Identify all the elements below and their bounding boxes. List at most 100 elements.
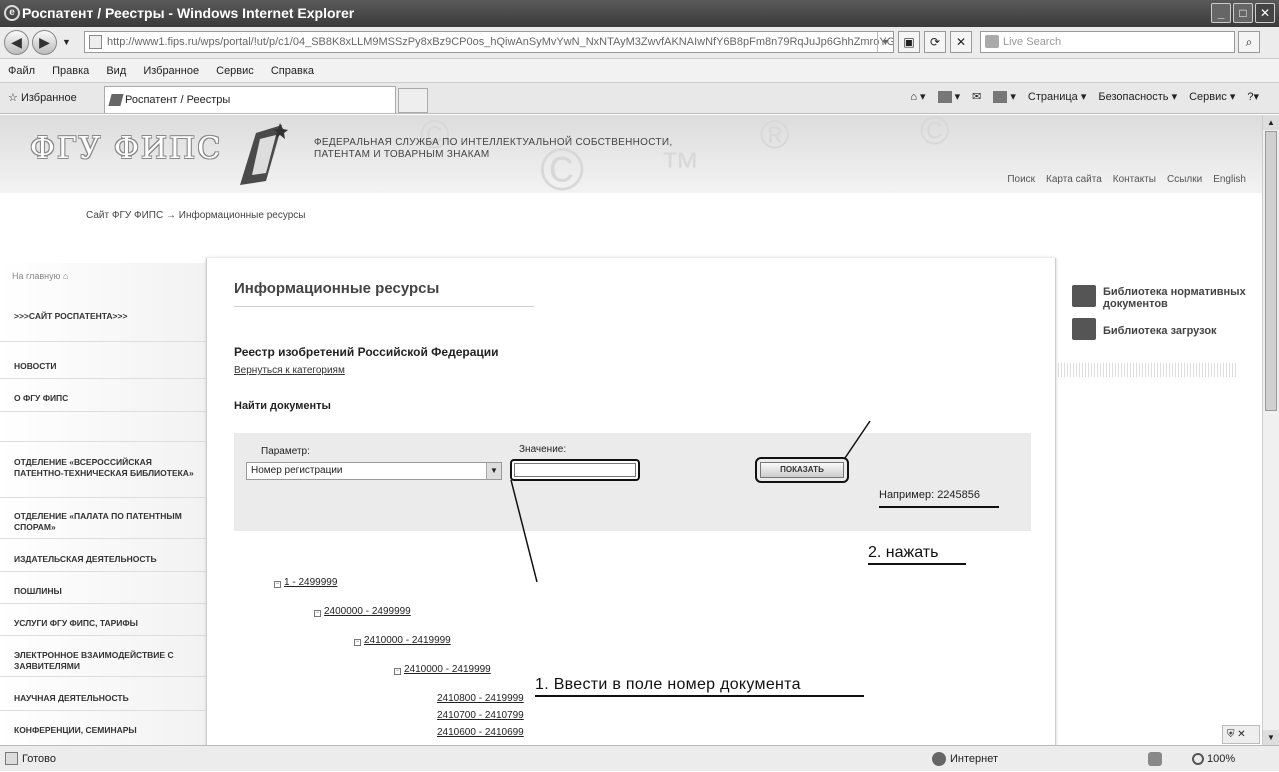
sidebar-item-news[interactable]: НОВОСТИ	[14, 361, 194, 372]
address-url: http://www1.fips.ru/wps/portal/!ut/p/c1/…	[107, 36, 894, 48]
top-link-contacts[interactable]: Контакты	[1113, 174, 1156, 185]
tools-menu[interactable]: Сервис ▾	[1189, 90, 1235, 103]
find-documents-heading: Найти документы	[234, 400, 331, 412]
download-library-link[interactable]: Библиотека загрузок	[1103, 325, 1217, 337]
value-input-highlight	[510, 459, 640, 481]
top-link-english[interactable]: English	[1213, 174, 1246, 185]
breadcrumb: Сайт ФГУ ФИПС → Информационные ресурсы	[86, 210, 306, 221]
tab-rospatent[interactable]: Роспатент / Реестры	[104, 86, 396, 113]
page-done-icon	[5, 752, 18, 765]
sidebar-item-services[interactable]: УСЛУГИ ФГУ ФИПС, ТАРИФЫ	[14, 618, 194, 629]
top-link-links[interactable]: Ссылки	[1167, 174, 1202, 185]
protected-mode-icon[interactable]	[1148, 752, 1162, 766]
annotation-step1: 1. Ввести в поле номер документа	[535, 676, 864, 697]
tree-node[interactable]: 1 - 2499999	[284, 577, 337, 588]
page-menu[interactable]: Страница ▾	[1028, 90, 1086, 103]
fips-emblem-icon	[240, 123, 288, 185]
tree-collapse-icon[interactable]: −	[394, 668, 401, 675]
breadcrumb-home[interactable]: Сайт ФГУ ФИПС	[86, 210, 163, 221]
sidebar-home-link[interactable]: На главную ⌂	[12, 271, 68, 281]
back-button[interactable]: ◀	[4, 30, 29, 55]
vertical-scrollbar[interactable]: ▲ ▼	[1262, 115, 1279, 745]
scroll-thumb[interactable]	[1265, 131, 1277, 411]
home-icon[interactable]: ⌂ ▾	[910, 90, 925, 103]
tree-collapse-icon[interactable]: −	[314, 610, 321, 617]
status-bar: Готово Интернет 100%	[0, 745, 1279, 771]
refresh-icon[interactable]: ⟳	[924, 31, 946, 53]
document-number-input[interactable]	[514, 463, 636, 477]
tree-node[interactable]: 2400000 - 2499999	[324, 606, 411, 617]
tree-collapse-icon[interactable]: −	[354, 639, 361, 646]
sidebar-item-rospatent[interactable]: >>>САЙТ РОСПАТЕНТА>>>	[14, 311, 194, 322]
parameter-select[interactable]: Номер регистрации ▼	[246, 462, 502, 480]
chevron-down-icon: ▼	[486, 463, 501, 479]
book-icon	[1072, 285, 1096, 307]
top-link-sitemap[interactable]: Карта сайта	[1046, 174, 1102, 185]
sidebar-item-library[interactable]: ОТДЕЛЕНИЕ «ВСЕРОССИЙСКАЯ ПАТЕНТНО-ТЕХНИЧ…	[14, 457, 194, 479]
site-logo[interactable]: ФГУ ФИПС	[30, 131, 222, 166]
menu-file[interactable]: Файл	[8, 65, 35, 77]
close-window-button[interactable]: ✕	[1255, 3, 1275, 23]
tree-leaf[interactable]: 2410600 - 2410699	[437, 727, 524, 738]
sidebar-item-chamber[interactable]: ОТДЕЛЕНИЕ «ПАЛАТА ПО ПАТЕНТНЫМ СПОРАМ»	[14, 511, 194, 533]
scroll-up-icon[interactable]: ▲	[1263, 115, 1279, 130]
mail-icon[interactable]: ✉	[972, 90, 981, 103]
sidebar-item-about[interactable]: О ФГУ ФИПС	[14, 393, 194, 404]
print-icon[interactable]: ▾	[993, 90, 1016, 104]
address-dropdown-icon[interactable]: ▼	[877, 32, 893, 52]
sidebar-item-publishing[interactable]: ИЗДАТЕЛЬСКАЯ ДЕЯТЕЛЬНОСТЬ	[14, 554, 194, 565]
minimize-button[interactable]: _	[1211, 3, 1231, 23]
back-to-categories-link[interactable]: Вернуться к категориям	[234, 365, 345, 376]
live-search-input[interactable]: Live Search	[980, 31, 1235, 53]
tree-leaf[interactable]: 2410800 - 2419999	[437, 693, 524, 704]
history-dropdown-icon[interactable]: ▼	[62, 37, 71, 47]
zoom-icon[interactable]	[1192, 753, 1204, 765]
tree-collapse-icon[interactable]: −	[274, 581, 281, 588]
normative-library-link[interactable]: Библиотека нормативных документов	[1103, 286, 1253, 310]
address-input[interactable]: http://www1.fips.ru/wps/portal/!ut/p/c1/…	[84, 31, 894, 53]
sidebar-item-fees[interactable]: ПОШЛИНЫ	[14, 586, 194, 597]
window-titlebar: e Роспатент / Реестры - Windows Internet…	[0, 0, 1279, 27]
maximize-button[interactable]: □	[1233, 3, 1253, 23]
sidebar: На главную ⌂ >>>САЙТ РОСПАТЕНТА>>> НОВОС…	[0, 263, 206, 745]
forward-button[interactable]: ▶	[32, 30, 57, 55]
tree-node[interactable]: 2410000 - 2419999	[404, 664, 491, 675]
show-button[interactable]: ПОКАЗАТЬ	[760, 462, 844, 478]
parameter-label: Параметр:	[261, 446, 310, 457]
ie-icon: e	[4, 5, 20, 21]
zone-text: Интернет	[950, 753, 998, 765]
sidebar-item-science[interactable]: НАУЧНАЯ ДЕЯТЕЛЬНОСТЬ	[14, 693, 194, 704]
value-label: Значение:	[519, 444, 567, 455]
new-tab-button[interactable]	[398, 88, 428, 113]
sidebar-item-electronic[interactable]: ЭЛЕКТРОННОЕ ВЗАИМОДЕЙСТВИЕ С ЗАЯВИТЕЛЯМИ	[14, 650, 194, 672]
menu-edit[interactable]: Правка	[52, 65, 89, 77]
search-form: Параметр: Номер регистрации ▼ Значение: …	[234, 433, 1031, 531]
favorites-button[interactable]: ☆ Избранное	[8, 91, 77, 104]
menu-favorites[interactable]: Избранное	[143, 65, 199, 77]
compat-view-icon[interactable]: ▣	[898, 31, 920, 53]
annotation-step2: 2. нажать	[868, 544, 966, 565]
live-search-icon	[985, 35, 999, 48]
feeds-icon[interactable]: ▾	[937, 90, 960, 104]
tab-bar: ☆ Избранное Роспатент / Реестры ⌂ ▾ ▾ ✉ …	[0, 83, 1279, 114]
zoom-level[interactable]: 100%	[1207, 746, 1235, 772]
top-link-search[interactable]: Поиск	[1007, 174, 1035, 185]
page-title: Информационные ресурсы	[234, 280, 440, 297]
sidebar-item-conferences[interactable]: КОНФЕРЕНЦИИ, СЕМИНАРЫ	[14, 725, 194, 736]
menu-tools[interactable]: Сервис	[216, 65, 254, 77]
scroll-down-icon[interactable]: ▼	[1263, 730, 1279, 745]
menu-view[interactable]: Вид	[106, 65, 126, 77]
disk-icon	[1072, 318, 1096, 340]
menu-help[interactable]: Справка	[271, 65, 314, 77]
search-go-icon[interactable]: ⌕	[1238, 31, 1260, 53]
help-icon[interactable]: ?▾	[1247, 90, 1259, 103]
site-header: © © ™ ® © ФГУ ФИПС ФЕДЕРАЛЬНАЯ СЛУЖБА ПО…	[0, 115, 1262, 203]
infobar-close[interactable]: ⛨ ✕	[1222, 725, 1260, 744]
tab-favicon-icon	[108, 94, 124, 106]
page-icon	[89, 35, 102, 49]
security-menu[interactable]: Безопасность ▾	[1098, 90, 1177, 103]
menu-bar: Файл Правка Вид Избранное Сервис Справка	[0, 59, 1279, 83]
stop-icon[interactable]: ✕	[950, 31, 972, 53]
tree-node[interactable]: 2410000 - 2419999	[364, 635, 451, 646]
tree-leaf[interactable]: 2410700 - 2410799	[437, 710, 524, 721]
